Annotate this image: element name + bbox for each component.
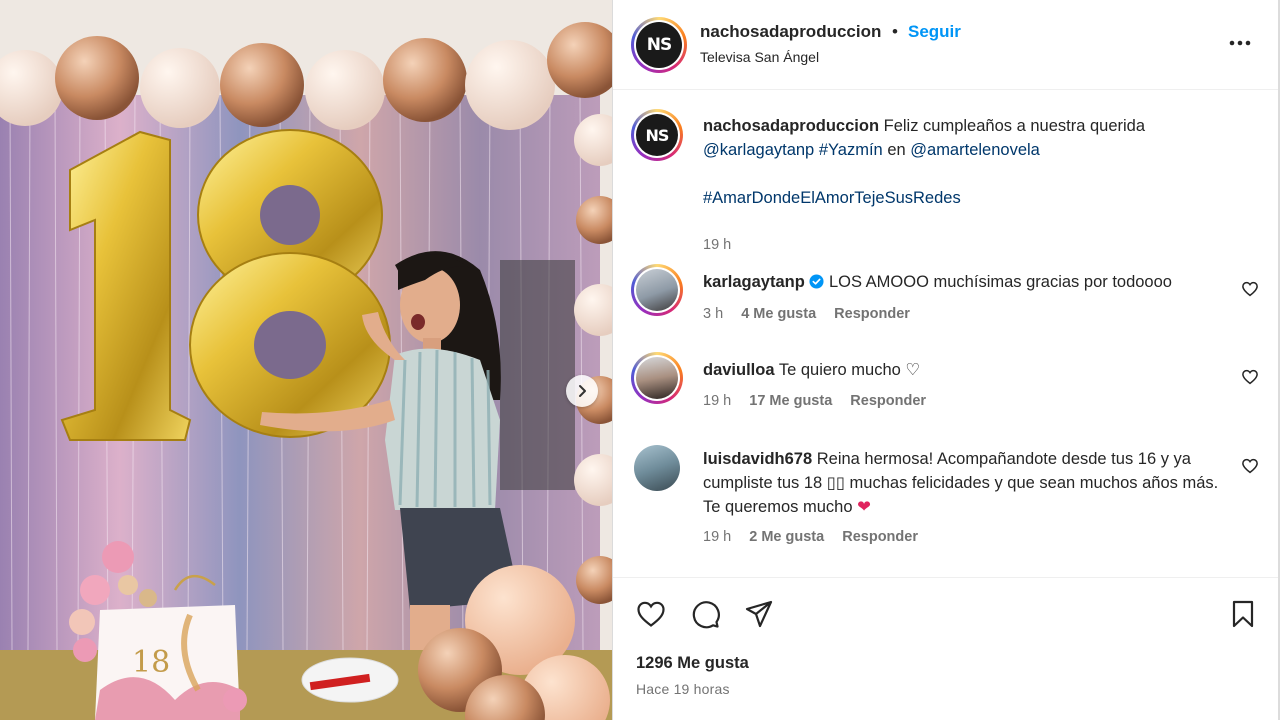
heart-icon[interactable] bbox=[635, 598, 667, 630]
comment-avatar[interactable] bbox=[631, 264, 683, 316]
mention-link[interactable]: @amartelenovela bbox=[910, 141, 1040, 159]
separator-dot: • bbox=[892, 22, 898, 41]
post-details-pane: NS nachosadaproduccion • Seguir Televisa… bbox=[612, 0, 1279, 720]
comments-list[interactable]: NS nachosadaproduccion Feliz cumpleaños … bbox=[613, 91, 1279, 577]
carousel-next-button[interactable] bbox=[566, 375, 598, 407]
author-avatar[interactable]: NS bbox=[631, 17, 687, 73]
comment-likes[interactable]: 4 Me gusta bbox=[741, 306, 816, 322]
comment-likes[interactable]: 17 Me gusta bbox=[749, 393, 832, 409]
more-options-icon[interactable] bbox=[1227, 30, 1253, 56]
post-header: NS nachosadaproduccion • Seguir Televisa… bbox=[613, 0, 1279, 90]
bookmark-icon[interactable] bbox=[1227, 598, 1259, 630]
comment-likes[interactable]: 2 Me gusta bbox=[749, 529, 824, 545]
comment-time: 19 h bbox=[703, 529, 732, 545]
comment-avatar[interactable] bbox=[634, 445, 680, 491]
comment-time: 19 h bbox=[703, 393, 732, 409]
likes-count[interactable]: 1296 Me gusta bbox=[636, 654, 749, 673]
share-icon[interactable] bbox=[743, 598, 775, 630]
mention-link[interactable]: @karlagaytanp bbox=[703, 141, 814, 159]
reply-button[interactable]: Responder bbox=[834, 306, 910, 322]
post-image[interactable]: 18 bbox=[0, 0, 612, 720]
caption-text: nachosadaproduccion Feliz cumpleaños a n… bbox=[703, 117, 1146, 207]
hashtag-link[interactable]: #Yazmín bbox=[819, 141, 883, 159]
comment-icon[interactable] bbox=[689, 598, 721, 630]
reply-button[interactable]: Responder bbox=[842, 529, 918, 545]
comment-meta: 19 h 2 Me gusta Responder bbox=[703, 529, 932, 545]
comment-username[interactable]: luisdavidh678 bbox=[703, 450, 812, 468]
caption-avatar[interactable]: NS bbox=[631, 109, 683, 161]
comment-text: karlagaytanp LOS AMOOO muchísimas gracia… bbox=[703, 273, 1172, 291]
verified-badge-icon bbox=[809, 274, 824, 289]
hashtag-link[interactable]: #AmarDondeElAmorTejeSusRedes bbox=[703, 189, 961, 207]
reply-button[interactable]: Responder bbox=[850, 393, 926, 409]
post-timestamp: Hace 19 horas bbox=[636, 681, 730, 697]
heart-icon[interactable] bbox=[1241, 280, 1259, 298]
comment-text: daviulloa Te quiero mucho ♡ bbox=[703, 361, 921, 379]
chevron-right-icon bbox=[579, 385, 586, 397]
comment-time: 3 h bbox=[703, 306, 724, 322]
post-location[interactable]: Televisa San Ángel bbox=[700, 49, 819, 65]
post-actions: 1296 Me gusta Hace 19 horas bbox=[613, 577, 1279, 720]
red-heart-emoji: ❤ bbox=[857, 498, 871, 516]
caption-meta: 19 h bbox=[703, 237, 745, 253]
birthday-photo: 18 bbox=[0, 0, 612, 720]
comment-avatar[interactable] bbox=[631, 352, 683, 404]
heart-icon[interactable] bbox=[1241, 457, 1259, 475]
heart-icon[interactable] bbox=[1241, 368, 1259, 386]
caption-username[interactable]: nachosadaproduccion bbox=[703, 117, 879, 135]
comment-meta: 3 h 4 Me gusta Responder bbox=[703, 306, 924, 322]
comment-meta: 19 h 17 Me gusta Responder bbox=[703, 393, 940, 409]
comment-username[interactable]: karlagaytanp bbox=[703, 273, 805, 291]
caption-time: 19 h bbox=[703, 237, 732, 253]
follow-button[interactable]: Seguir bbox=[908, 22, 961, 42]
comment-username[interactable]: daviulloa bbox=[703, 361, 775, 379]
author-username[interactable]: nachosadaproduccion bbox=[700, 22, 881, 42]
svg-text:18: 18 bbox=[132, 645, 170, 680]
comment-text: luisdavidh678 Reina hermosa! Acompañando… bbox=[703, 450, 1219, 516]
